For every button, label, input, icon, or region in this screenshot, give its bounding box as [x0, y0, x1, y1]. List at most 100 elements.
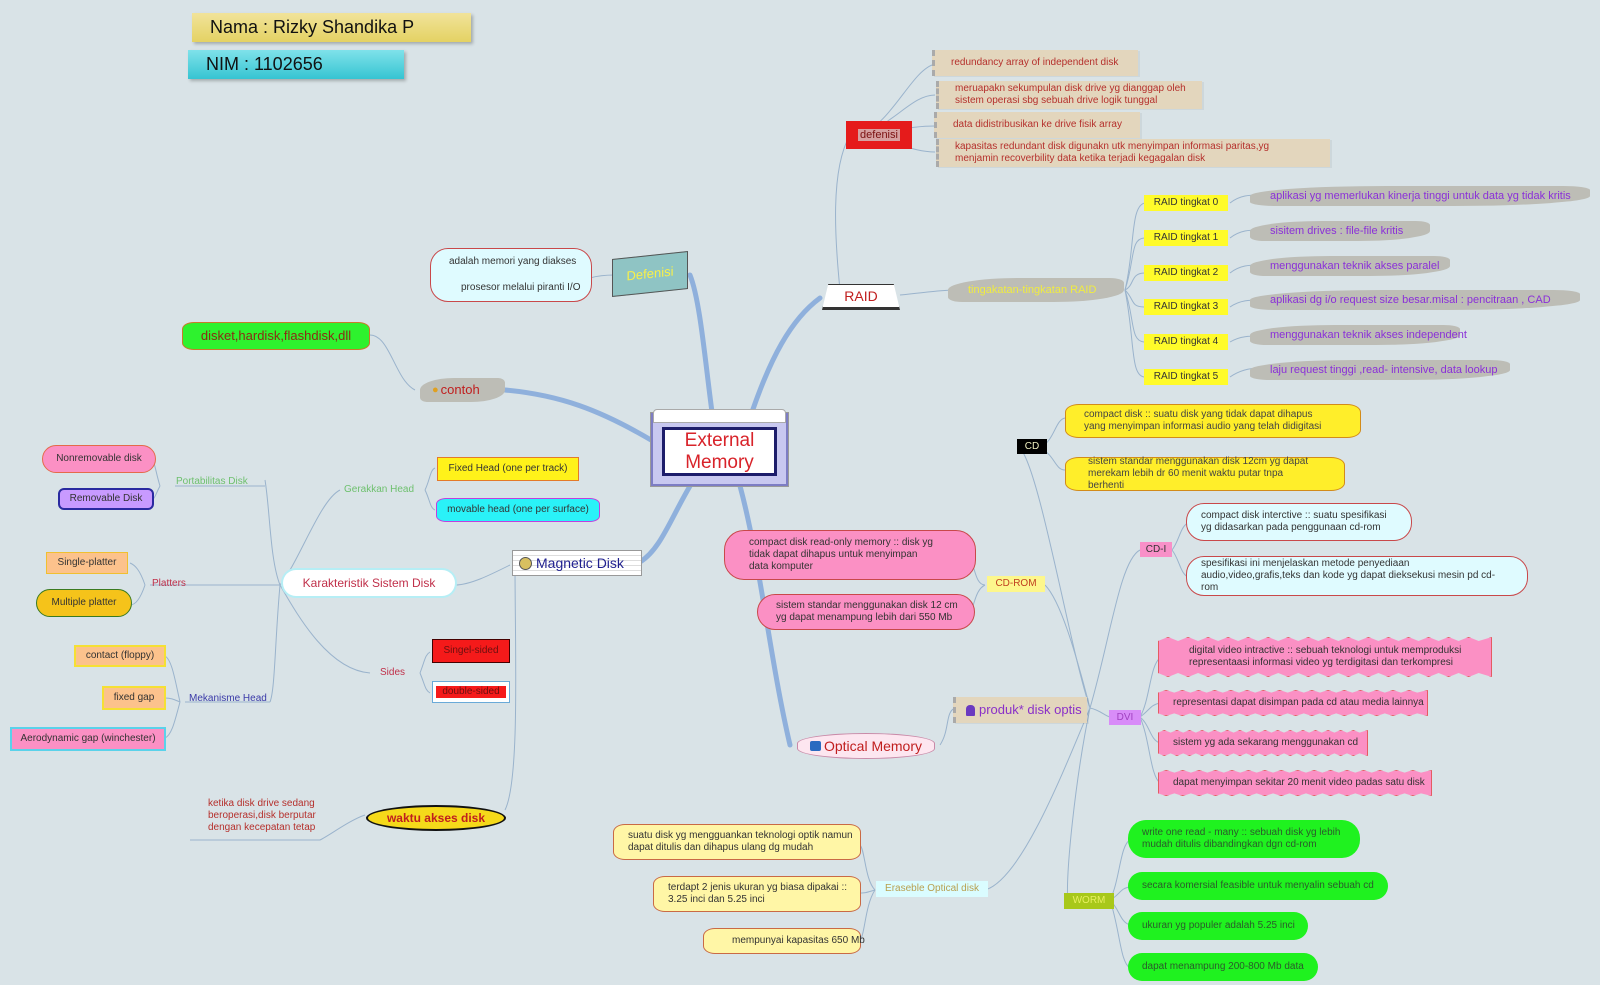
topic-contoh[interactable]: ● contoh	[420, 378, 505, 402]
raid-level-5-name: RAID tingkat 5	[1153, 371, 1219, 382]
multiple-platter-node[interactable]: Multiple platter	[36, 589, 132, 617]
platters-label[interactable]: Platters	[152, 578, 186, 589]
raid-def-item-1[interactable]: meruapakn sekumpulan disk drive yg diang…	[936, 81, 1202, 109]
fixed-head-node[interactable]: Fixed Head (one per track)	[437, 457, 579, 481]
topic-defenisi[interactable]: Defenisi	[612, 251, 688, 297]
defenisi-text-node[interactable]: adalah memori yang diakses prosesor mela…	[430, 248, 592, 302]
mekanisme-head-label[interactable]: Mekanisme Head	[189, 693, 267, 704]
raid-level-4[interactable]: RAID tingkat 4	[1144, 334, 1228, 350]
raid-level-1-desc[interactable]: sisitem drives : file-file kritis	[1250, 221, 1430, 241]
cd-rom-node[interactable]: CD-ROM	[987, 576, 1045, 592]
erasable-item-2[interactable]: mempunyai kapasitas 650 Mb	[703, 928, 865, 954]
main-link-raid	[749, 295, 823, 415]
raid-level-2[interactable]: RAID tingkat 2	[1144, 265, 1228, 281]
double-sided-node[interactable]: double-sided	[432, 681, 510, 703]
waktu-akses-node[interactable]: waktu akses disk	[366, 805, 506, 831]
contoh-text-node[interactable]: disket,hardisk,flashdisk,dll	[182, 322, 370, 350]
erasable-optical-node[interactable]: Eraseble Optical disk	[876, 881, 988, 897]
worm-item-0-text: write one read - many :: sebuah disk yg …	[1142, 827, 1341, 850]
dvi-item-0[interactable]: digital video intractive :: sebuah tekno…	[1158, 637, 1492, 677]
cd-i-item-0[interactable]: compact disk interctive :: suatu spesifi…	[1186, 503, 1412, 541]
cd-i-item-1[interactable]: spesifikasi ini menjelaskan metode penye…	[1186, 556, 1528, 596]
raid-defenisi-node[interactable]: defenisi	[846, 121, 912, 149]
worm-node[interactable]: WORM	[1064, 893, 1114, 909]
worm-item-2-text: ukuran yg populer adalah 5.25 inci	[1142, 920, 1295, 931]
topic-raid-label: RAID	[844, 288, 878, 304]
topic-raid[interactable]: RAID	[822, 284, 900, 310]
worm-label: WORM	[1072, 895, 1106, 906]
cd-item-1-text: sistem standar menggunakan disk 12cm yg …	[1088, 456, 1309, 491]
contact-floppy-node[interactable]: contact (floppy)	[74, 645, 166, 667]
raid-level-0-desc[interactable]: aplikasi yg memerlukan kinerja tinggi un…	[1250, 186, 1590, 206]
topic-magnetic-disk[interactable]: Magnetic Disk	[512, 550, 642, 576]
raid-def-item-0-text: redundancy array of independent disk	[951, 57, 1119, 68]
karakteristik-node[interactable]: Karakteristik Sistem Disk	[283, 570, 455, 596]
smiley-icon	[519, 556, 532, 570]
briefcase-icon	[809, 741, 821, 751]
worm-item-3[interactable]: dapat menampung 200-800 Mb data	[1128, 953, 1318, 981]
waktu-akses-label: waktu akses disk	[386, 811, 486, 825]
cd-item-1[interactable]: sistem standar menggunakan disk 12cm yg …	[1065, 456, 1345, 491]
karakteristik-label: Karakteristik Sistem Disk	[302, 576, 436, 590]
raid-level-2-name: RAID tingkat 2	[1153, 267, 1219, 278]
gerakkan-head-label[interactable]: Gerakkan Head	[344, 484, 414, 495]
raid-level-5-desc-text: laju request tinggi ,read- intensive, da…	[1270, 364, 1498, 376]
waktu-akses-desc-text: ketika disk drive sedang beroperasi,disk…	[208, 798, 316, 833]
worm-item-2[interactable]: ukuran yg populer adalah 5.25 inci	[1128, 912, 1308, 940]
sides-label[interactable]: Sides	[380, 667, 405, 678]
removable-disk-node[interactable]: Removable Disk	[58, 488, 154, 510]
worm-item-0[interactable]: write one read - many :: sebuah disk yg …	[1128, 820, 1360, 858]
cd-node[interactable]: CD	[1017, 439, 1047, 454]
produk-disk-optis-node[interactable]: produk* disk optis	[953, 697, 1087, 723]
contact-floppy-text: contact (floppy)	[85, 650, 155, 661]
topic-magnetic-disk-label: Magnetic Disk	[536, 555, 624, 571]
student-name-tag: Nama : Rizky Shandika P	[192, 13, 471, 42]
raid-level-0[interactable]: RAID tingkat 0	[1144, 195, 1228, 211]
fixed-gap-node[interactable]: fixed gap	[102, 686, 166, 710]
dvi-item-2[interactable]: sistem yg ada sekarang menggunakan cd	[1158, 730, 1368, 756]
raid-level-4-name: RAID tingkat 4	[1153, 336, 1219, 347]
raid-level-5-desc[interactable]: laju request tinggi ,read- intensive, da…	[1250, 360, 1510, 380]
raid-level-1[interactable]: RAID tingkat 1	[1144, 230, 1228, 246]
raid-def-item-2[interactable]: data didistribusikan ke drive fisik arra…	[934, 112, 1140, 138]
dvi-node[interactable]: DVI	[1109, 710, 1141, 725]
nonremovable-disk-text: Nonremovable disk	[56, 453, 142, 464]
raid-level-4-desc[interactable]: menggunakan teknik akses independent	[1250, 325, 1467, 345]
raid-level-2-desc[interactable]: menggunakan teknik akses paralel	[1250, 256, 1450, 276]
hanger-decoration	[653, 409, 786, 423]
raid-level-3-name: RAID tingkat 3	[1153, 301, 1219, 312]
portabilitas-label[interactable]: Portabilitas Disk	[176, 476, 248, 487]
single-sided-node[interactable]: Singel-sided	[432, 639, 510, 663]
raid-level-2-desc-text: menggunakan teknik akses paralel	[1270, 260, 1440, 272]
dvi-item-3[interactable]: dapat menyimpan sekitar 20 menit video p…	[1158, 770, 1432, 796]
raid-def-item-3[interactable]: kapasitas redundant disk digunakn utk me…	[936, 139, 1330, 167]
cd-i-node[interactable]: CD-I	[1140, 542, 1172, 557]
aerodynamic-gap-node[interactable]: Aerodynamic gap (winchester)	[10, 727, 166, 751]
dvi-item-1[interactable]: representasi dapat disimpan pada cd atau…	[1158, 690, 1428, 716]
cd-rom-item-1[interactable]: sistem standar menggunakan disk 12 cm yg…	[757, 594, 975, 630]
lightbulb-icon: ●	[432, 384, 439, 396]
erasable-item-1[interactable]: terdapt 2 jenis ukuran yg biasa dipakai …	[653, 876, 861, 912]
dvi-item-2-text: sistem yg ada sekarang menggunakan cd	[1173, 737, 1359, 748]
cd-item-0[interactable]: compact disk :: suatu disk yang tidak da…	[1065, 404, 1361, 438]
raid-def-item-2-text: data didistribusikan ke drive fisik arra…	[953, 119, 1122, 130]
raid-defenisi-label: defenisi	[858, 129, 900, 141]
waktu-akses-desc: ketika disk drive sedang beroperasi,disk…	[208, 798, 328, 838]
raid-def-item-0[interactable]: redundancy array of independent disk	[932, 50, 1138, 76]
raid-level-0-name: RAID tingkat 0	[1153, 197, 1219, 208]
topic-optical-memory[interactable]: Optical Memory	[797, 733, 935, 759]
erasable-item-0[interactable]: suatu disk yg mengguankan teknologi opti…	[613, 824, 861, 860]
raid-levels-node[interactable]: tingakatan-tingkatan RAID	[948, 278, 1124, 302]
raid-level-3-desc[interactable]: aplikasi dg i/o request size besar.misal…	[1250, 290, 1580, 310]
student-nim: NIM : 1102656	[206, 54, 323, 74]
worm-item-3-text: dapat menampung 200-800 Mb data	[1142, 961, 1304, 972]
nonremovable-disk-node[interactable]: Nonremovable disk	[42, 445, 156, 473]
worm-item-1[interactable]: secara komersial feasible untuk menyalin…	[1128, 872, 1388, 900]
single-platter-node[interactable]: Single-platter	[46, 552, 128, 574]
raid-level-3[interactable]: RAID tingkat 3	[1144, 299, 1228, 315]
central-topic[interactable]: External Memory	[651, 409, 788, 486]
raid-level-5[interactable]: RAID tingkat 5	[1144, 369, 1228, 385]
movable-head-node[interactable]: movable head (one per surface)	[436, 498, 600, 522]
raid-levels-label: tingakatan-tingkatan RAID	[968, 284, 1097, 296]
cd-rom-item-0[interactable]: compact disk read-only memory :: disk yg…	[724, 530, 976, 580]
